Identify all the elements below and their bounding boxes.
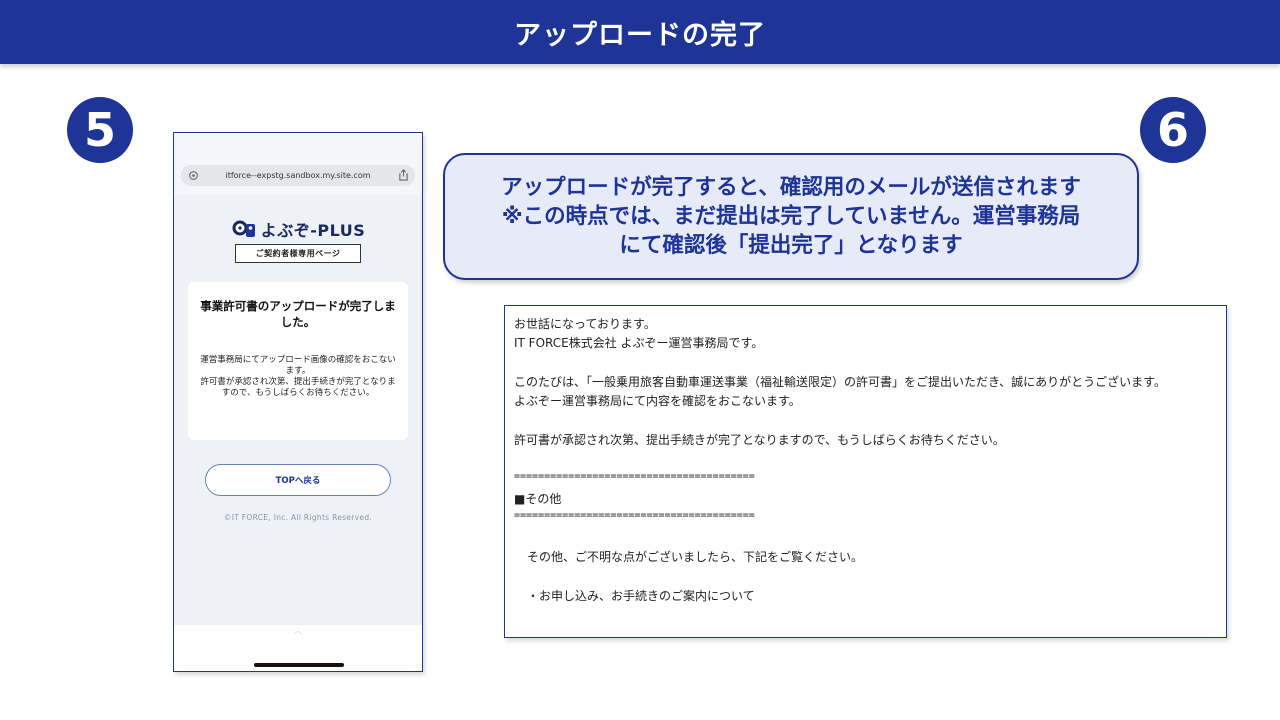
copyright: ©IT FORCE, Inc. All Rights Reserved. [223, 513, 373, 522]
logo: よぶぞ-PLUS [174, 217, 422, 241]
callout-line-1: アップロードが完了すると、確認用のメールが送信されます [501, 175, 1081, 200]
share-icon[interactable] [397, 169, 409, 181]
completion-card: 事業許可書のアップロードが完了しました。 運営事務局にてアップロード画像の確認を… [188, 282, 408, 440]
site-settings-icon[interactable] [187, 169, 199, 181]
home-indicator[interactable] [254, 663, 344, 667]
members-page-label: ご契約者様専用ページ [235, 244, 361, 263]
title-bar: アップロードの完了 [0, 0, 1280, 64]
email-separator-top: ======================================== [514, 471, 755, 482]
email-guide-link[interactable]: ・お申し込み、お手続きのご案内について [527, 587, 755, 604]
steering-wheel-icon [231, 218, 257, 240]
url-bar[interactable]: itforce--expstg.sandbox.my.site.com [181, 165, 415, 186]
phone-bottom-bar: ︿ [174, 625, 422, 671]
phone-page: よぶぞ-PLUS ご契約者様専用ページ 事業許可書のアップロードが完了しました。… [174, 195, 422, 625]
callout-box: アップロードが完了すると、確認用のメールが送信されます ※この時点では、まだ提出… [443, 153, 1139, 280]
email-other-note: その他、ご不明な点がございましたら、下記をご覧ください。 [527, 550, 864, 564]
email-thanks: このたびは、「一般乗用旅客自動車運送事業（福祉輸送限定）の許可書」をご提出いただ… [514, 375, 1166, 389]
browser-chrome: itforce--expstg.sandbox.my.site.com [174, 133, 422, 195]
email-sender: IT FORCE株式会社 よぶぞー運営事務局です。 [514, 336, 764, 350]
url-text: itforce--expstg.sandbox.my.site.com [225, 171, 371, 180]
completion-message: 運営事務局にてアップロード画像の確認をおこないます。 許可書が承認され次第、提出… [200, 355, 396, 398]
callout-line-3: にて確認後「提出完了」となります [619, 233, 963, 258]
step-badge-5: 5 [67, 97, 133, 163]
callout-line-2: ※この時点では、まだ提出は完了していません。運営事務局 [501, 204, 1081, 229]
step-badge-6: 6 [1140, 97, 1206, 163]
phone-screenshot: itforce--expstg.sandbox.my.site.com よぶぞ-… [173, 132, 423, 672]
logo-text: よぶぞ-PLUS [260, 221, 366, 240]
email-review-note: よぶぞー運営事務局にて内容を確認をおこないます。 [514, 394, 801, 408]
email-greeting: お世話になっております。 [514, 317, 656, 331]
back-to-top-button[interactable]: TOPへ戻る [205, 464, 391, 496]
chevron-up-icon[interactable]: ︿ [291, 625, 305, 635]
email-section-title: ■その他 [514, 492, 562, 506]
email-preview: お世話になっております。 IT FORCE株式会社 よぶぞー運営事務局です。 こ… [504, 305, 1227, 638]
email-wait-note: 許可書が承認され次第、提出手続きが完了となりますので、もうしばらくお待ちください… [514, 433, 1005, 447]
page-title: アップロードの完了 [514, 19, 766, 51]
email-separator-bottom: ======================================== [514, 510, 755, 521]
completion-heading: 事業許可書のアップロードが完了しました。 [200, 299, 396, 329]
